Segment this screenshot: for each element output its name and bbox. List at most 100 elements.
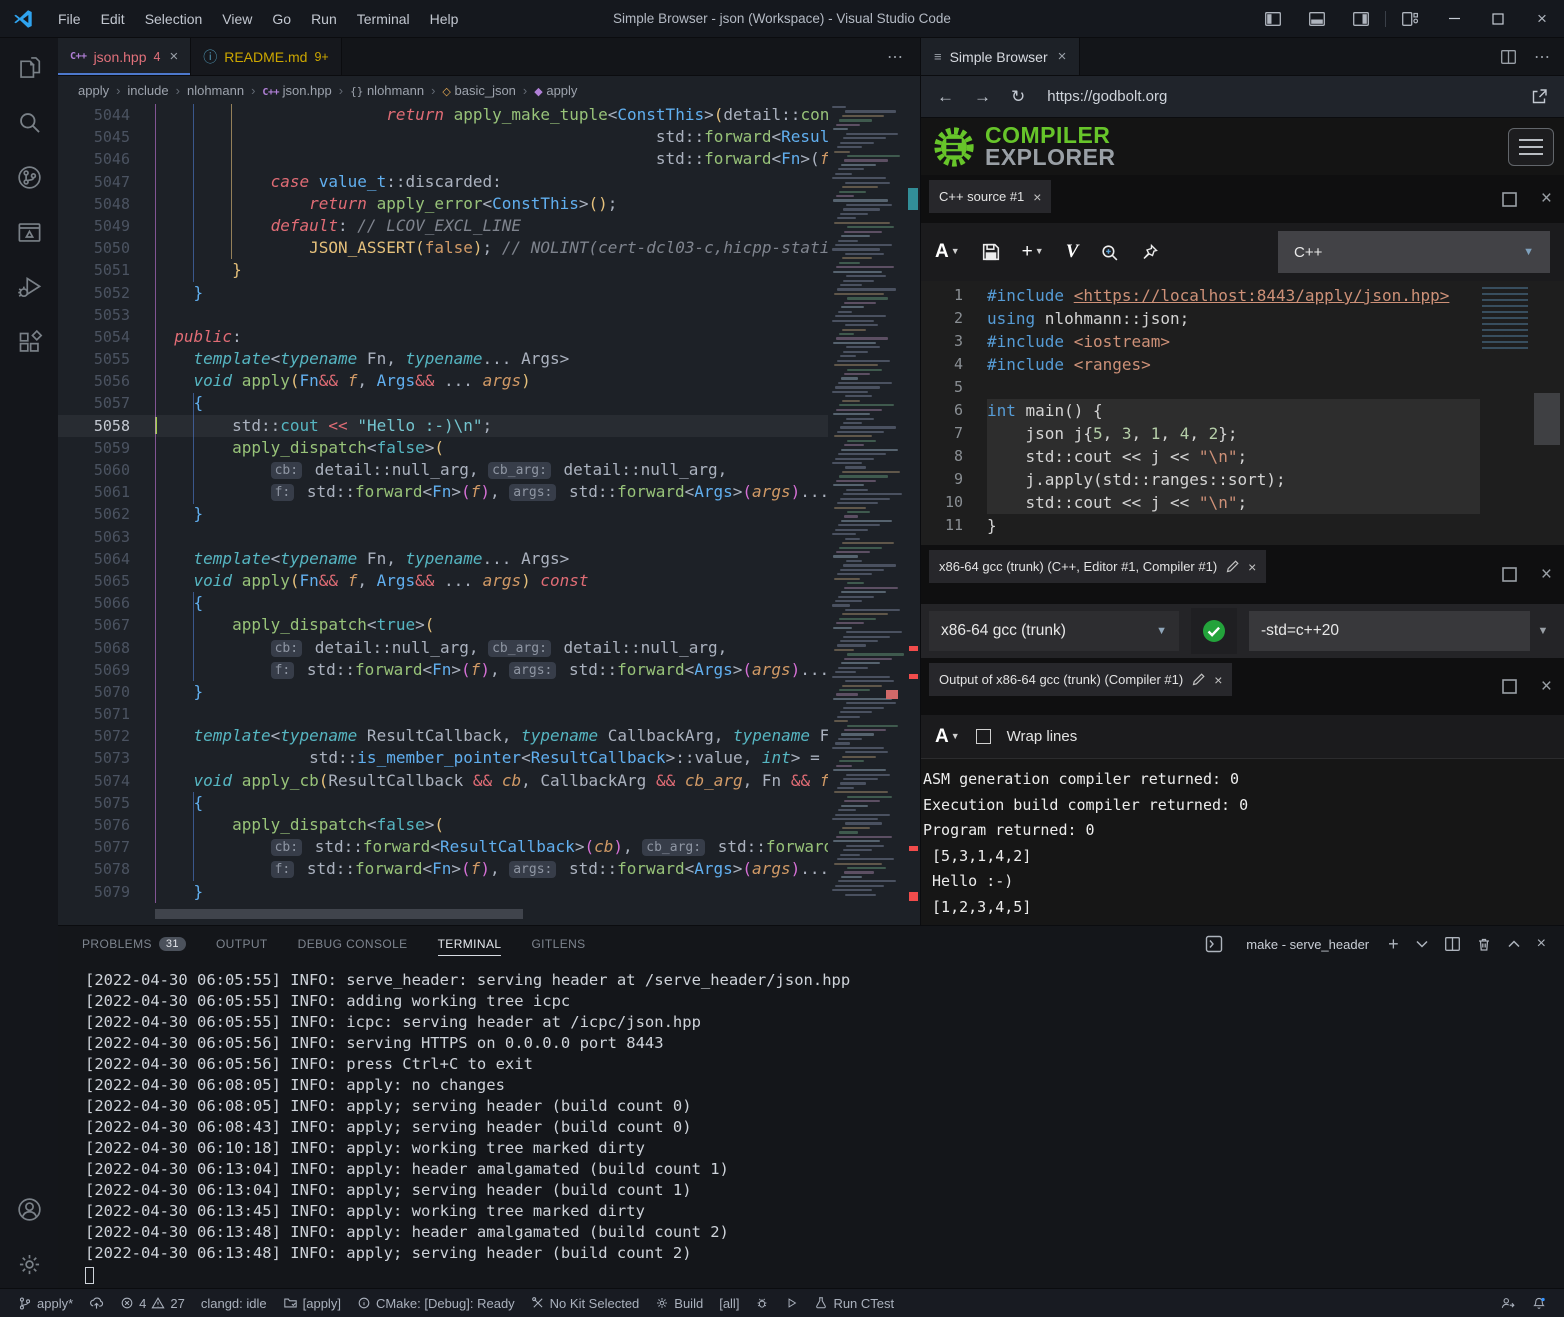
close-window-icon[interactable]: × [1520,0,1564,37]
run-debug-icon[interactable] [16,274,43,301]
code-line[interactable]: 5044 return apply_make_tuple<ConstThis>(… [58,104,920,126]
menu-item-terminal[interactable]: Terminal [347,0,420,38]
status-item-cmake-kit[interactable]: No Kit Selected [523,1296,648,1311]
back-icon[interactable]: ← [937,87,954,107]
status-item-problems[interactable]: 427 [112,1296,193,1311]
status-item-notifications[interactable] [1524,1296,1554,1311]
tab-json-hpp[interactable]: C++ json.hpp 4 × [58,38,191,75]
minimize-icon[interactable] [1432,0,1476,37]
status-item-cmake-launch[interactable] [777,1296,806,1310]
close-pane-icon[interactable]: × [1541,564,1552,586]
code-line[interactable]: 5077 cb: std::forward<ResultCallback>(cb… [58,836,920,858]
code-line[interactable]: 5063 [58,526,920,548]
code-line[interactable]: 5055 template<typename Fn, typename... A… [58,348,920,370]
status-item-clangd-status[interactable]: clangd: idle [193,1296,275,1311]
status-item-run-ctest[interactable]: Run CTest [806,1296,902,1311]
panel-tab-output[interactable]: OUTPUT [216,933,268,955]
close-tab-icon[interactable]: × [1058,48,1067,65]
source-code-editor[interactable]: 1#include <https://localhost:8443/apply/… [921,281,1564,545]
code-line[interactable]: 5067 apply_dispatch<true>( [58,614,920,636]
overview-ruler[interactable] [906,104,920,903]
code-line[interactable]: 5070 } [58,681,920,703]
code-line[interactable]: 5051 } [58,259,920,281]
code-line[interactable]: 5045 std::forward<ResultCallback>(cb), [58,126,920,148]
forward-icon[interactable]: → [974,87,991,107]
status-item-cmake-build[interactable]: Build [647,1296,711,1311]
code-line[interactable]: 5046 std::forward<Fn>(f), args...)); [58,148,920,170]
code-line[interactable]: 5059 apply_dispatch<false>( [58,437,920,459]
menu-item-view[interactable]: View [212,0,262,38]
add-pane-icon[interactable]: +▼ [1022,241,1044,263]
preview-window-icon[interactable] [16,219,43,246]
code-line[interactable]: 5060 cb: detail::null_arg, cb_arg: detai… [58,459,920,481]
compiler-select[interactable]: x86-64 gcc (trunk) ▼ [929,611,1179,651]
close-pane-icon[interactable]: × [1541,676,1552,698]
tab-simple-browser[interactable]: ≡ Simple Browser × [921,38,1080,75]
code-line[interactable]: 5073 std::is_member_pointer<ResultCallba… [58,747,920,769]
split-editor-icon[interactable] [1501,50,1516,64]
code-line[interactable]: 5052 } [58,282,920,304]
zoom-icon[interactable] [1100,243,1119,262]
ce-code-line[interactable]: 5 [921,376,1564,399]
code-line[interactable]: 5047 case value_t::discarded: [58,171,920,193]
code-line[interactable]: 5064 template<typename Fn, typename... A… [58,548,920,570]
more-actions-icon[interactable]: ⋯ [1534,47,1550,67]
source-control-icon[interactable] [16,164,43,191]
search-icon[interactable] [16,109,43,136]
ce-code-line[interactable]: 2using nlohmann::json; [921,307,1564,330]
maximize-pane-icon[interactable] [1502,192,1517,207]
maximize-pane-icon[interactable] [1502,679,1517,694]
font-size-icon[interactable]: A▼ [935,726,960,748]
maximize-icon[interactable] [1476,0,1520,37]
tab-readme-md[interactable]: ⓘ README.md 9+ [191,38,342,75]
maximize-panel-icon[interactable] [1508,940,1520,948]
ce-code-line[interactable]: 8 std::cout << j << "\n"; [921,445,1564,468]
code-line[interactable]: 5048 return apply_error<ConstThis>(); [58,193,920,215]
status-item-cmake-project[interactable]: [apply] [275,1296,349,1311]
status-item-cmake-target[interactable]: [all] [711,1296,747,1311]
panel-tab-problems[interactable]: PROBLEMS 31 [82,933,186,955]
new-terminal-icon[interactable]: + [1388,934,1399,955]
editor-actions-more-icon[interactable]: ⋯ [887,38,920,75]
minimap[interactable] [828,104,906,903]
breadcrumb-item[interactable]: nlohmann [187,83,244,98]
status-item-cmake-status[interactable]: CMake: [Debug]: Ready [349,1296,523,1311]
code-line[interactable]: 5074 void apply_cb(ResultCallback && cb,… [58,770,920,792]
breadcrumb-item[interactable]: C++ json.hpp [262,83,331,98]
code-line[interactable]: 5072 template<typename ResultCallback, t… [58,725,920,747]
options-dropdown-icon[interactable]: ▼ [1530,625,1556,637]
horizontal-scrollbar[interactable] [155,909,523,919]
status-item-cmake-debug[interactable] [747,1296,777,1310]
code-line[interactable]: 5049 default: // LCOV_EXCL_LINE [58,215,920,237]
terminal-instance-label[interactable]: make - serve_header [1246,937,1369,952]
close-pane-icon[interactable]: × [1541,188,1552,210]
panel-tab-gitlens[interactable]: GITLENS [531,933,585,955]
code-line[interactable]: 5069 f: std::forward<Fn>(f), args: std::… [58,659,920,681]
menu-item-edit[interactable]: Edit [91,0,135,38]
extensions-icon[interactable] [16,329,43,356]
reload-icon[interactable]: ↻ [1011,87,1025,107]
terminal-output[interactable]: [2022-04-30 06:05:55] INFO: serve_header… [85,970,850,1284]
panel-tab-debug-console[interactable]: DEBUG CONSOLE [298,933,408,955]
compiler-options-input[interactable]: -std=c++20 [1249,611,1530,651]
status-item-publish[interactable] [81,1296,112,1311]
code-line[interactable]: 5062 } [58,503,920,525]
font-size-icon[interactable]: A▼ [935,241,960,263]
toggle-panel-icon[interactable] [1295,0,1339,37]
code-line[interactable]: 5071 [58,703,920,725]
language-select[interactable]: C++ ▼ [1278,231,1550,273]
rename-pane-icon[interactable] [1192,673,1205,686]
pin-icon[interactable] [1141,243,1159,261]
code-line[interactable]: 5078 f: std::forward<Fn>(f), args: std::… [58,858,920,880]
menu-item-run[interactable]: Run [301,0,347,38]
code-line[interactable]: 5053 [58,304,920,326]
output-pane-tab[interactable]: Output of x86-64 gcc (trunk) (Compiler #… [929,663,1232,696]
panel-tab-terminal[interactable]: TERMINAL [438,933,502,956]
close-panel-icon[interactable]: × [1537,935,1546,953]
code-line[interactable]: 5057 { [58,392,920,414]
ce-code-line[interactable]: 3#include <iostream> [921,330,1564,353]
code-line[interactable]: 5079 } [58,881,920,903]
status-item-git-branch[interactable]: apply* [10,1296,81,1311]
hamburger-menu-icon[interactable] [1508,128,1554,166]
menu-item-file[interactable]: File [48,0,91,38]
